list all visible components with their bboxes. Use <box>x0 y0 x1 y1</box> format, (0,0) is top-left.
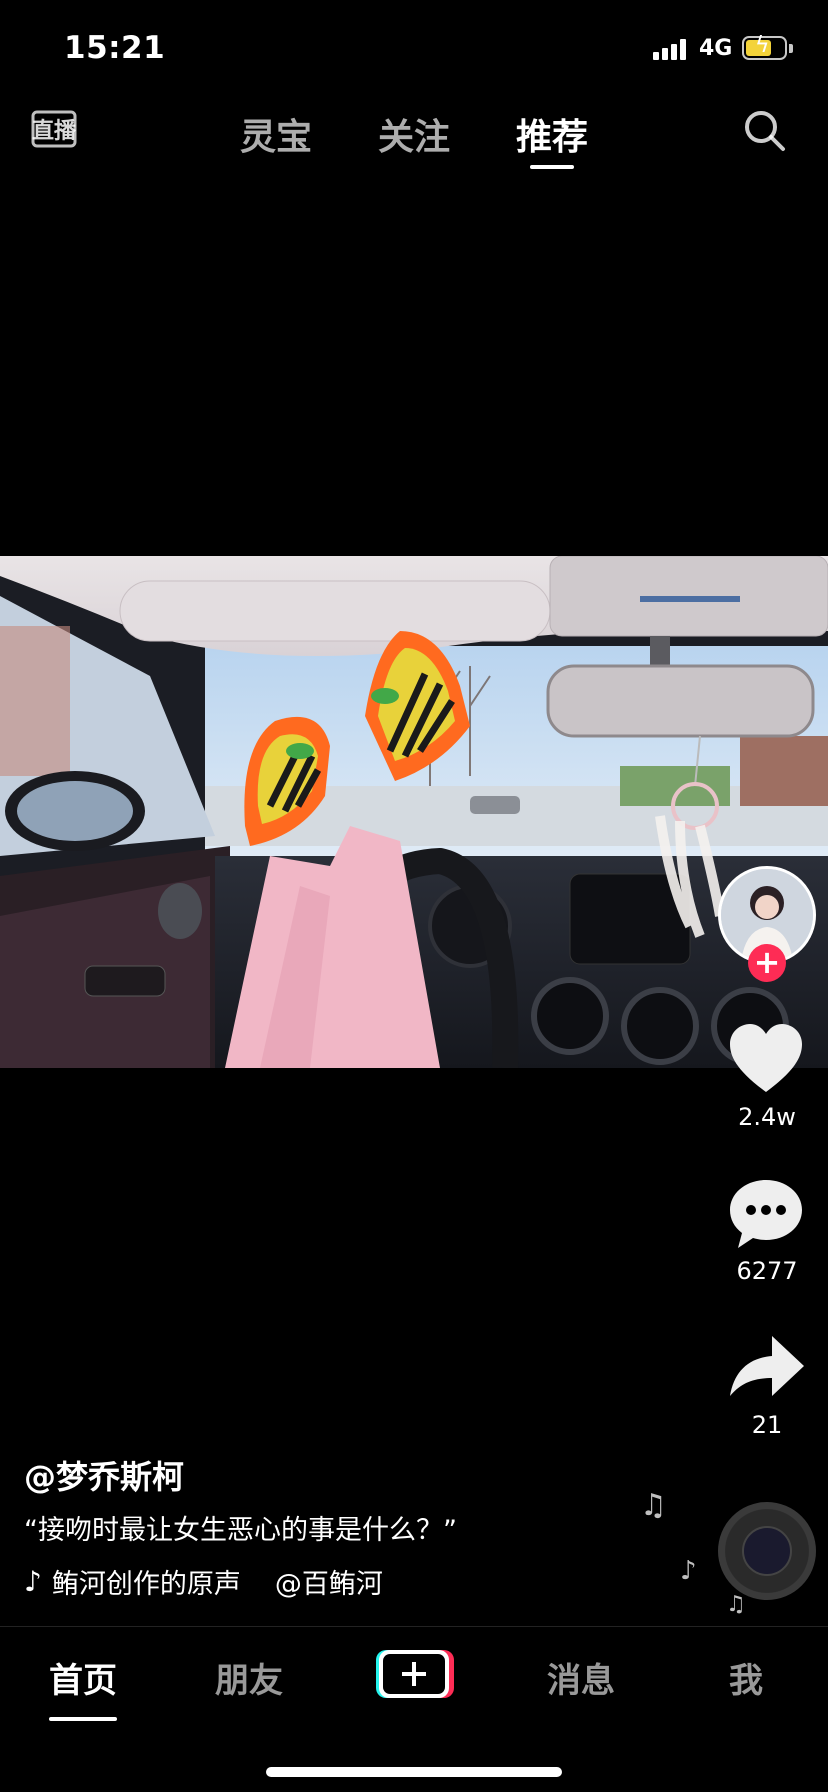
floating-note-icon-2: ♪ <box>680 1556 697 1586</box>
tab-home[interactable]: 首页 <box>49 1653 117 1702</box>
tab-messages[interactable]: 消息 <box>547 1653 615 1702</box>
network-label: 4G <box>699 36 733 61</box>
tab-lingbao[interactable]: 灵宝 <box>240 108 312 160</box>
music-mention: @百鲔河 <box>274 1569 383 1600</box>
like-count: 2.4w <box>738 1103 796 1131</box>
video-frame <box>0 556 828 1068</box>
create-plus-icon[interactable] <box>374 1648 454 1700</box>
music-note-icon: ♪ <box>24 1565 42 1598</box>
tab-following[interactable]: 关注 <box>378 108 450 160</box>
floating-note-icon-3: ♫ <box>726 1592 746 1617</box>
home-indicator[interactable] <box>266 1767 562 1777</box>
tab-friends[interactable]: 朋友 <box>215 1653 283 1702</box>
battery-cap <box>789 44 793 53</box>
comment-icon[interactable] <box>724 1172 808 1256</box>
author-name[interactable]: @梦乔斯柯 <box>24 1452 184 1498</box>
search-icon[interactable] <box>742 108 788 154</box>
active-tab-indicator <box>530 165 574 169</box>
tab-me[interactable]: 我 <box>729 1653 763 1702</box>
tab-recommended[interactable]: 推荐 <box>516 108 588 160</box>
music-disc-cover <box>742 1526 792 1576</box>
battery-icon: ϟ <box>742 35 787 60</box>
video-player[interactable] <box>0 556 828 1068</box>
floating-note-icon: ♫ <box>640 1488 667 1523</box>
video-caption[interactable]: “接吻时最让女生恶心的事是什么？” <box>24 1508 457 1547</box>
signal-icon <box>653 38 686 60</box>
music-line[interactable]: ♪ 鲔河创作的原声 @百鲔河 <box>24 1562 383 1601</box>
share-count: 21 <box>751 1411 783 1439</box>
follow-button[interactable]: + <box>748 944 786 982</box>
music-disc[interactable] <box>718 1502 816 1600</box>
svg-text:直播: 直播 <box>32 118 77 144</box>
status-time: 15:21 <box>64 30 166 66</box>
comment-count: 6277 <box>736 1257 798 1285</box>
share-arrow-icon[interactable] <box>724 1326 808 1410</box>
like-heart-icon[interactable] <box>724 1018 808 1102</box>
bottom-active-indicator <box>49 1717 117 1721</box>
live-icon[interactable]: 直播 <box>30 104 78 152</box>
music-title: 鲔河创作的原声 <box>51 1569 241 1600</box>
